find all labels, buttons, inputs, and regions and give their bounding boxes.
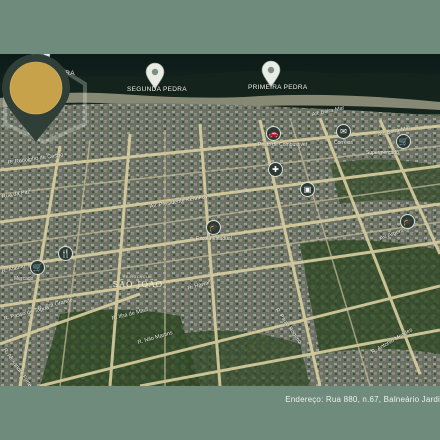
brand-logo: RESIDENCIAL SÃO JOÃO — [102, 249, 174, 339]
poi-label: Posto de Combustível — [258, 142, 307, 148]
brand-name: SÃO JOÃO — [112, 280, 164, 289]
school-icon[interactable]: 🎓 — [400, 214, 415, 229]
landmark-label: PRIMEIRA PEDRA — [248, 84, 308, 91]
shopping-icon[interactable]: ▣ — [300, 182, 315, 197]
supermarket-icon[interactable]: 🛒 — [396, 134, 411, 149]
mail-icon[interactable]: ✉ — [336, 124, 351, 139]
poi-label: Supermercado — [366, 150, 399, 156]
car-icon[interactable]: 🚗 — [266, 126, 281, 141]
satellite-map[interactable]: TERCEIRA PEDRA SEGUNDA PEDRA PRIMEIRA PE… — [0, 54, 440, 386]
poi-label: Mercado — [14, 276, 34, 282]
brand-subtitle: RESIDENCIAL — [123, 275, 153, 279]
footer-bar: Endereço: Rua 880, n.67, Balneário Jardi — [0, 386, 440, 440]
pharmacy-icon[interactable]: ✚ — [268, 162, 283, 177]
poi-label: Correios — [334, 140, 353, 146]
development-location-pin[interactable] — [0, 54, 72, 144]
shopping-icon[interactable]: 🛒 — [30, 260, 45, 275]
poi-label: Escola Estadual — [196, 236, 232, 242]
landmark-label: SEGUNDA PEDRA — [127, 86, 187, 93]
school-icon[interactable]: 🎓 — [206, 220, 221, 235]
food-icon[interactable]: 🍴 — [58, 246, 73, 261]
address-text: Endereço: Rua 880, n.67, Balneário Jardi — [285, 395, 440, 404]
